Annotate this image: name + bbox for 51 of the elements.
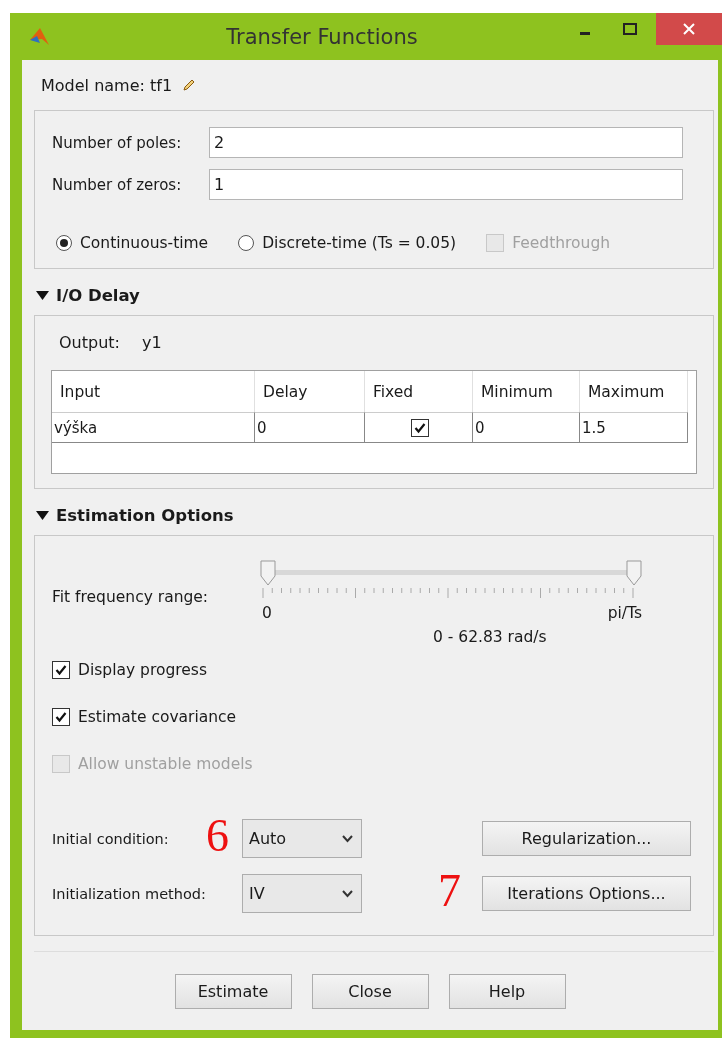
input-field[interactable]: 1 xyxy=(209,169,683,200)
table-cell[interactable]: 1.5 xyxy=(580,412,688,443)
minimize-icon xyxy=(579,31,590,35)
checkbox[interactable] xyxy=(52,660,70,679)
radio-button[interactable] xyxy=(238,235,255,251)
close-button[interactable] xyxy=(656,13,722,45)
slider-thumb[interactable] xyxy=(626,560,642,586)
radio-button[interactable] xyxy=(56,235,72,251)
slider-thumb[interactable] xyxy=(260,560,276,586)
checkbox-label: Allow unstable models xyxy=(78,754,253,773)
maximize-icon xyxy=(622,23,637,35)
checkbox-label: Display progress xyxy=(78,660,207,679)
window-title: Transfer Functions xyxy=(225,24,419,49)
chevron-icon xyxy=(342,889,353,898)
checkbox[interactable] xyxy=(410,418,429,437)
range-reading: 0 - 62.83 rad/s xyxy=(433,628,547,646)
dialog-button[interactable]: Help xyxy=(448,973,566,1009)
triangle-icon[interactable] xyxy=(36,510,49,520)
range-max-label: pi/Ts xyxy=(607,604,642,622)
range-min-label: 0 xyxy=(262,604,272,622)
dialog-button[interactable]: Close xyxy=(311,973,429,1009)
slider-label: Fit frequency range: xyxy=(52,588,210,606)
option-label: Feedthrough xyxy=(512,234,611,252)
field-label: Initial condition: xyxy=(52,830,169,847)
field-label: Number of zeros: xyxy=(52,175,183,194)
option-label: Continuous-time xyxy=(80,234,209,252)
input-field[interactable]: 2 xyxy=(209,127,683,158)
section-title: Estimation Options xyxy=(56,505,234,525)
table-cell[interactable]: výška xyxy=(52,412,255,443)
close-icon xyxy=(683,23,695,35)
dialog-button[interactable]: Iterations Options... xyxy=(482,876,691,911)
dropdown[interactable]: IV xyxy=(242,874,362,913)
dropdown[interactable]: Auto xyxy=(242,819,362,858)
model-name-label: Model name: tf1 xyxy=(41,75,173,95)
checkbox-label: Estimate covariance xyxy=(78,707,237,726)
field-label: Initialization method: xyxy=(52,885,206,902)
annotation-number: 6 xyxy=(206,813,229,859)
annotation-number: 7 xyxy=(438,868,461,914)
option-label: Discrete-time (Ts = 0.05) xyxy=(262,234,457,252)
dialog-button[interactable]: Estimate xyxy=(174,973,292,1009)
checkbox[interactable] xyxy=(52,707,70,726)
output-value: y1 xyxy=(141,332,162,352)
pencil-icon[interactable] xyxy=(182,78,197,92)
table-cell[interactable]: 0 xyxy=(473,412,580,443)
triangle-icon[interactable] xyxy=(36,290,49,300)
output-label: Output: xyxy=(59,332,120,352)
dialog-button[interactable]: Regularization... xyxy=(482,821,691,856)
section-title: I/O Delay xyxy=(56,285,140,305)
chevron-icon xyxy=(342,834,353,843)
field-label: Number of poles: xyxy=(52,133,183,152)
table-cell[interactable]: 0 xyxy=(255,412,365,443)
